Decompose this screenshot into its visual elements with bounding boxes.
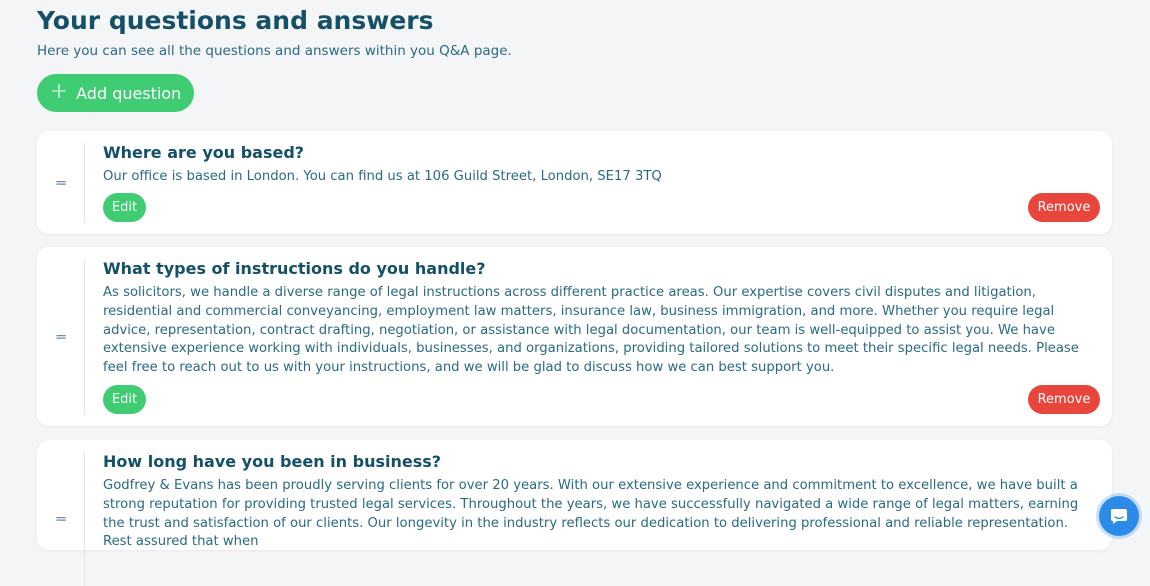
chat-widget-button[interactable] <box>1099 496 1139 536</box>
card-divider <box>84 452 85 586</box>
card-divider <box>84 143 85 223</box>
qa-card: ═ How long have you been in business? Go… <box>37 440 1112 586</box>
answer-text: Godfrey & Evans has been proudly serving… <box>103 478 1079 550</box>
page-title: Your questions and answers <box>37 6 434 35</box>
question-title: Where are you based? <box>103 143 305 162</box>
question-title: How long have you been in business? <box>103 452 442 471</box>
plus-icon: + <box>49 79 69 104</box>
drag-handle-icon[interactable]: ═ <box>37 259 85 415</box>
chat-icon <box>1111 509 1127 524</box>
add-question-label: Add question <box>76 83 182 103</box>
qa-card: ═ What types of instructions do you hand… <box>37 247 1112 426</box>
edit-button[interactable]: Edit <box>103 193 146 222</box>
answer-text: Our office is based in London. You can f… <box>103 169 662 184</box>
card-divider <box>84 259 85 415</box>
remove-button[interactable]: Remove <box>1028 385 1100 414</box>
drag-handle-icon[interactable]: ═ <box>37 452 85 586</box>
remove-button[interactable]: Remove <box>1028 193 1100 222</box>
edit-button[interactable]: Edit <box>103 385 146 414</box>
answer-text: As solicitors, we handle a diverse range… <box>103 285 1079 376</box>
page-subtitle: Here you can see all the questions and a… <box>37 43 512 59</box>
drag-handle-icon[interactable]: ═ <box>37 143 85 223</box>
qa-card: ═ Where are you based? Our office is bas… <box>37 131 1112 234</box>
question-title: What types of instructions do you handle… <box>103 259 486 278</box>
add-question-button[interactable]: + Add question <box>37 74 194 112</box>
